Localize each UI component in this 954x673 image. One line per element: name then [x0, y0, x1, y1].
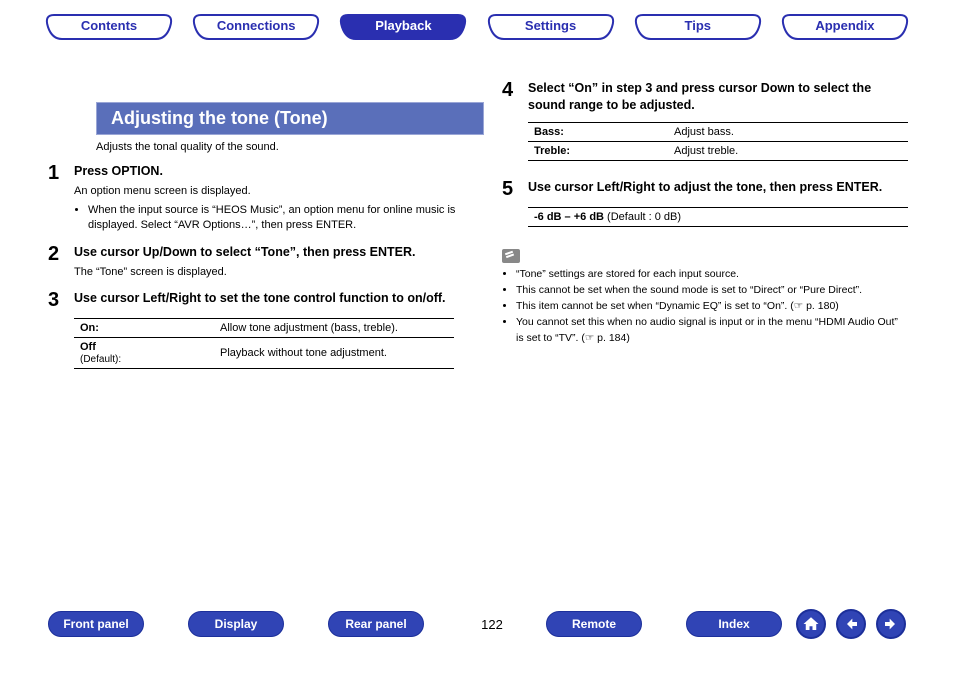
front-panel-button[interactable]: Front panel [48, 611, 144, 637]
step-5: 5 Use cursor Left/Right to adjust the to… [502, 179, 908, 199]
table-row: Treble: Adjust treble. [528, 141, 908, 160]
bottom-bar: Front panel Display Rear panel 122 Remot… [0, 609, 954, 639]
tab-label: Settings [525, 18, 576, 33]
top-nav: Contents Connections Playback Settings T… [0, 0, 954, 40]
step-2: 2 Use cursor Up/Down to select “Tone”, t… [48, 244, 478, 280]
remote-button[interactable]: Remote [546, 611, 642, 637]
step-4: 4 Select “On” in step 3 and press cursor… [502, 80, 908, 114]
tab-label: Tips [685, 18, 712, 33]
note-item: This cannot be set when the sound mode i… [516, 283, 908, 298]
tab-label: Playback [375, 18, 431, 33]
left-column: Adjusting the tone (Tone) Adjusts the to… [48, 80, 478, 369]
arrow-left-icon [843, 616, 859, 632]
step-title: Press OPTION. [74, 163, 478, 180]
tab-playback[interactable]: Playback [336, 14, 470, 40]
step-number: 5 [502, 179, 528, 199]
step-number: 4 [502, 80, 528, 114]
page-number: 122 [468, 617, 516, 632]
step-number: 3 [48, 290, 74, 310]
tab-settings[interactable]: Settings [484, 14, 618, 40]
step-title: Use cursor Up/Down to select “Tone”, the… [74, 244, 478, 261]
table-row: On: Allow tone adjustment (bass, treble)… [74, 319, 454, 338]
content-columns: Adjusting the tone (Tone) Adjusts the to… [0, 80, 954, 369]
cell-val: Playback without tone adjustment. [214, 338, 454, 369]
cell-key: Bass: [534, 126, 564, 138]
step-title: Use cursor Left/Right to adjust the tone… [528, 179, 908, 196]
tone-range-table: Bass: Adjust bass. Treble: Adjust treble… [528, 122, 908, 161]
home-icon [802, 615, 820, 633]
section-title: Adjusting the tone (Tone) [96, 102, 484, 135]
tone-onoff-table: On: Allow tone adjustment (bass, treble)… [74, 318, 454, 369]
step-desc: An option menu screen is displayed. [74, 184, 478, 199]
step-desc: The “Tone” screen is displayed. [74, 265, 478, 280]
tab-contents[interactable]: Contents [42, 14, 176, 40]
cell-key: Off [80, 341, 96, 353]
right-column: 4 Select “On” in step 3 and press cursor… [502, 80, 908, 369]
tab-label: Connections [217, 18, 296, 33]
tab-tips[interactable]: Tips [631, 14, 765, 40]
tab-label: Appendix [815, 18, 874, 33]
bullet-item: When the input source is “HEOS Music”, a… [88, 203, 478, 233]
step-1: 1 Press OPTION. An option menu screen is… [48, 163, 478, 234]
home-button[interactable] [796, 609, 826, 639]
next-page-button[interactable] [876, 609, 906, 639]
step-number: 2 [48, 244, 74, 280]
notes-list: “Tone” settings are stored for each inpu… [502, 267, 908, 346]
tone-db-range: -6 dB – +6 dB (Default : 0 dB) [528, 207, 908, 227]
step-3: 3 Use cursor Left/Right to set the tone … [48, 290, 478, 310]
cell-val: Adjust treble. [668, 141, 908, 160]
step-bullets: When the input source is “HEOS Music”, a… [74, 203, 478, 233]
range-value: -6 dB – +6 dB [534, 211, 604, 223]
tab-appendix[interactable]: Appendix [778, 14, 912, 40]
prev-page-button[interactable] [836, 609, 866, 639]
note-item: This item cannot be set when “Dynamic EQ… [516, 299, 908, 314]
cell-val: Adjust bass. [668, 122, 908, 141]
note-icon [502, 249, 520, 263]
cell-sub: (Default): [80, 354, 121, 365]
display-button[interactable]: Display [188, 611, 284, 637]
cell-key: On: [80, 322, 99, 334]
table-row: Off (Default): Playback without tone adj… [74, 338, 454, 369]
cell-val: Allow tone adjustment (bass, treble). [214, 319, 454, 338]
range-default: (Default : 0 dB) [604, 211, 681, 223]
step-title: Use cursor Left/Right to set the tone co… [74, 290, 478, 307]
rear-panel-button[interactable]: Rear panel [328, 611, 424, 637]
note-item: You cannot set this when no audio signal… [516, 315, 908, 345]
cell-key: Treble: [534, 145, 570, 157]
section-intro: Adjusts the tonal quality of the sound. [96, 141, 478, 153]
table-row: Bass: Adjust bass. [528, 122, 908, 141]
arrow-right-icon [883, 616, 899, 632]
tab-connections[interactable]: Connections [189, 14, 323, 40]
note-item: “Tone” settings are stored for each inpu… [516, 267, 908, 282]
tab-label: Contents [81, 18, 137, 33]
step-number: 1 [48, 163, 74, 234]
index-button[interactable]: Index [686, 611, 782, 637]
step-title: Select “On” in step 3 and press cursor D… [528, 80, 908, 114]
